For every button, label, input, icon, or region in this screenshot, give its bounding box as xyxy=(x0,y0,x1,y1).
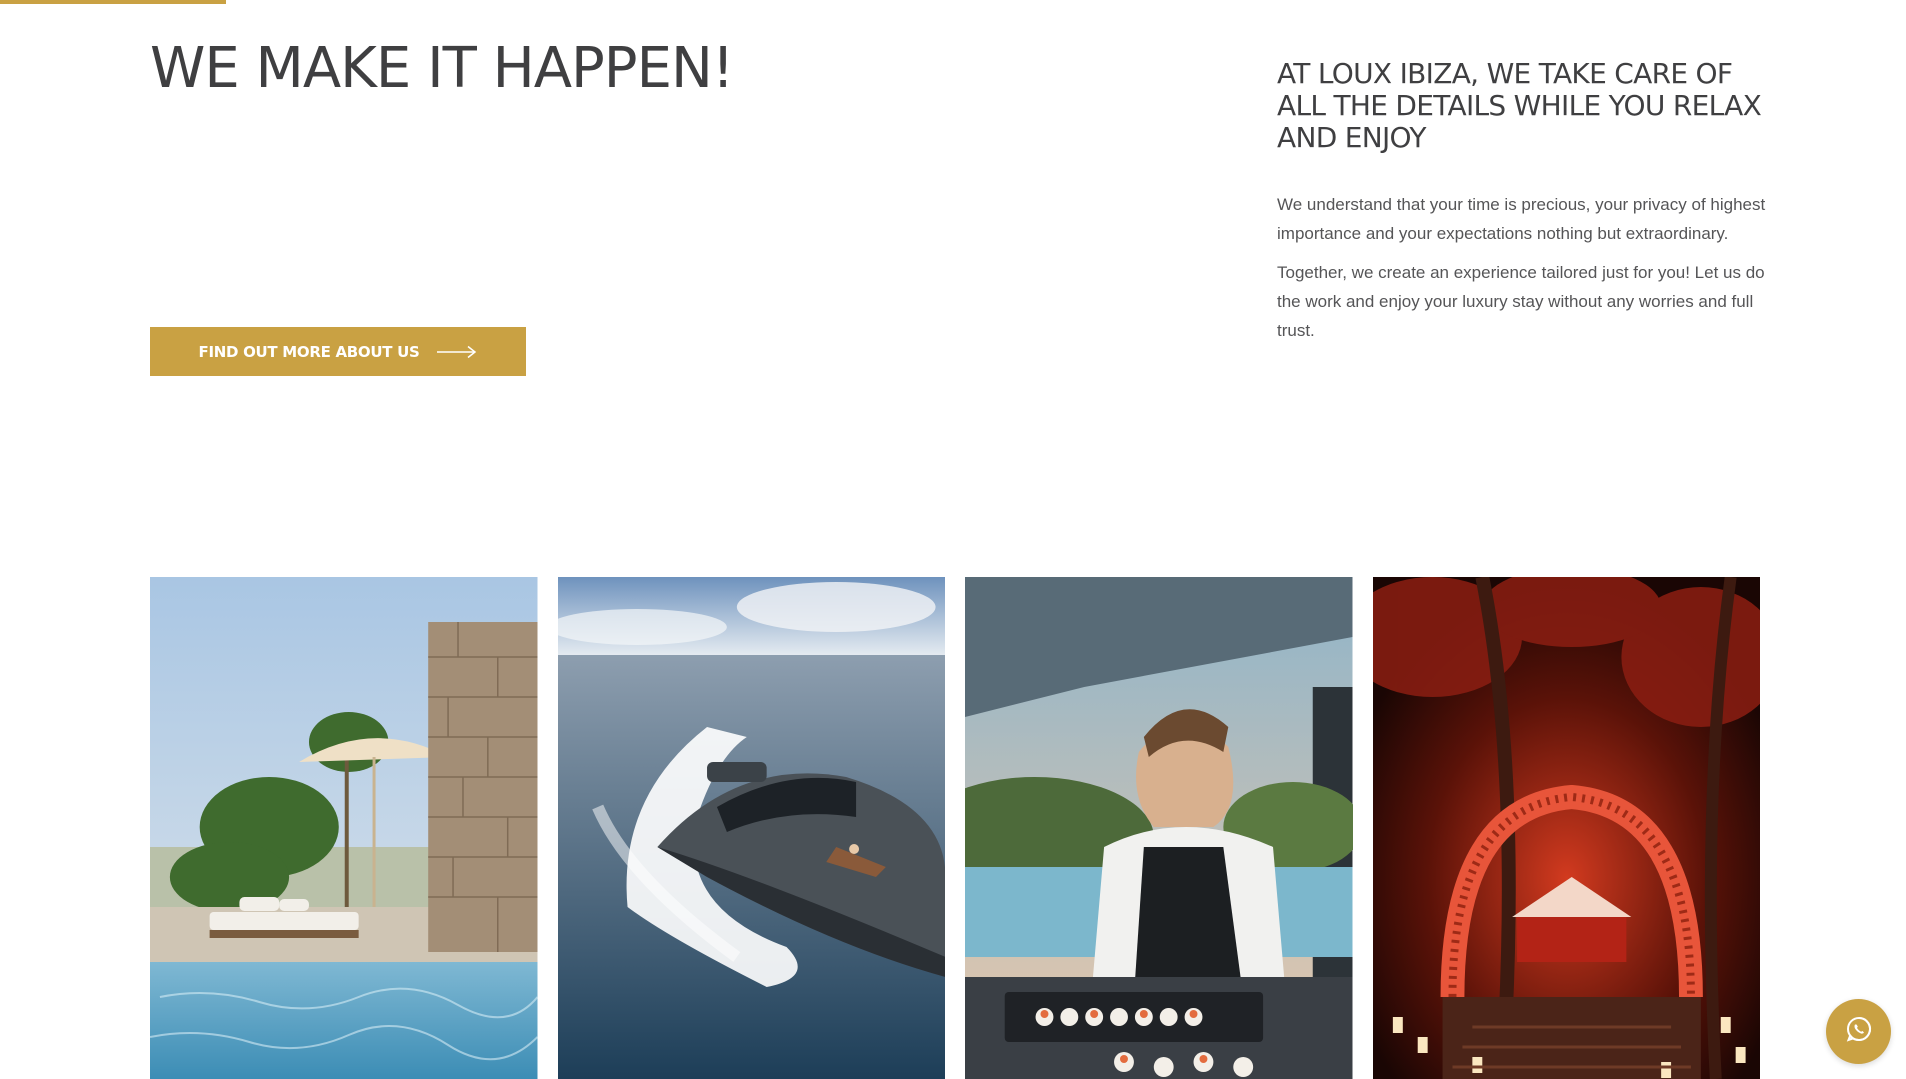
intro-column: AT LOUX IBIZA, WE TAKE CARE OF ALL THE D… xyxy=(1277,58,1767,355)
find-out-more-label: FIND OUT MORE ABOUT US xyxy=(198,342,420,361)
villa-pool-photo[interactable] xyxy=(150,577,538,1079)
arrow-right-icon xyxy=(437,345,477,359)
whatsapp-icon xyxy=(1845,1015,1873,1048)
page: WE MAKE IT HAPPEN! FIND OUT MORE ABOUT U… xyxy=(0,0,1906,1079)
private-chef-photo[interactable] xyxy=(965,577,1353,1079)
find-out-more-button[interactable]: FIND OUT MORE ABOUT US xyxy=(150,327,526,376)
whatsapp-button[interactable] xyxy=(1826,999,1891,1064)
intro-paragraph: We understand that your time is precious… xyxy=(1277,195,1766,243)
intro-heading: AT LOUX IBIZA, WE TAKE CARE OF ALL THE D… xyxy=(1277,57,1762,154)
intro-paragraph: Together, we create an experience tailor… xyxy=(1277,263,1765,340)
services-gallery xyxy=(150,577,1760,1079)
night-event-photo[interactable] xyxy=(1372,577,1760,1079)
hero-title: WE MAKE IT HAPPEN! xyxy=(150,36,734,101)
yacht-photo[interactable] xyxy=(557,577,945,1079)
top-accent-bar xyxy=(0,0,226,4)
